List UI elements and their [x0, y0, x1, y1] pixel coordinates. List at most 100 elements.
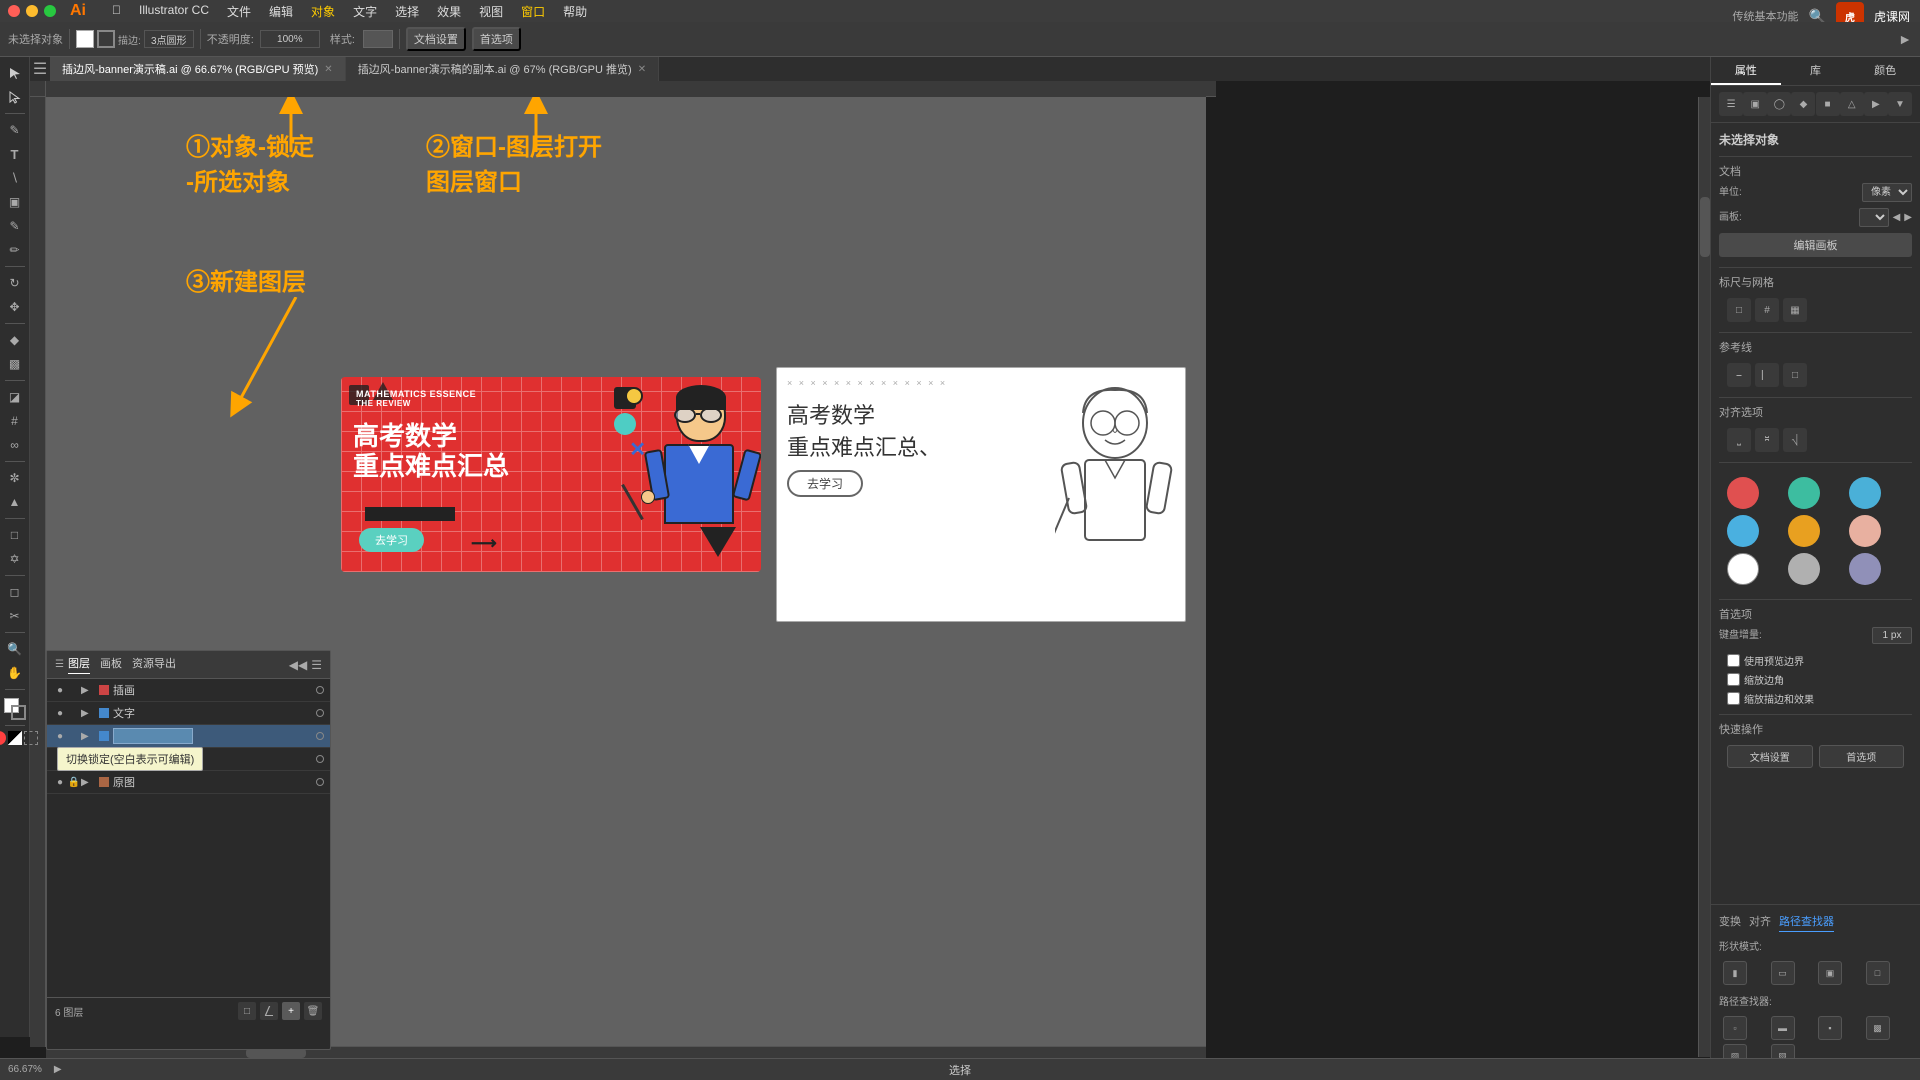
lp-collapse-btn[interactable]: ◀◀	[289, 658, 307, 672]
lp-tab-layers[interactable]: 图层	[68, 655, 90, 674]
tab-2-close[interactable]: ✕	[638, 64, 646, 75]
direct-select-tool[interactable]	[4, 86, 26, 108]
warp-tool[interactable]: ◆	[4, 329, 26, 351]
pf-trim[interactable]: ▬	[1771, 1016, 1795, 1040]
layer-lock-text[interactable]	[67, 706, 81, 720]
fill-stroke-box[interactable]	[4, 698, 26, 720]
menu-object[interactable]: 对象	[311, 3, 335, 20]
rp-pathfinder-icon[interactable]: ▶	[1864, 92, 1888, 116]
rp-align-1[interactable]: ⎵	[1727, 428, 1751, 452]
rp-align-2[interactable]: ⎶	[1755, 428, 1779, 452]
rp-refline-2[interactable]: ⎸	[1755, 363, 1779, 387]
layer-lock-editing[interactable]	[67, 729, 81, 743]
rp-doc-settings-btn[interactable]: 文档设置	[1727, 745, 1813, 768]
rp-artboard-nav-right[interactable]: ▶	[1904, 212, 1912, 223]
rp-unit-select[interactable]: 像素	[1862, 183, 1912, 202]
swatch-salmon[interactable]	[1849, 515, 1881, 547]
status-zoom[interactable]: 66.67%	[8, 1064, 42, 1075]
pf-exclude[interactable]: □	[1866, 961, 1890, 985]
rp-preview-bounds-check[interactable]	[1727, 654, 1740, 667]
rp-snap-1[interactable]: □	[1727, 298, 1751, 322]
pf-intersect[interactable]: ▣	[1818, 961, 1842, 985]
pf-merge[interactable]: ▪	[1818, 1016, 1842, 1040]
rp-properties-icon[interactable]: ☰	[1719, 92, 1743, 116]
layer-expand-text[interactable]: ▶	[81, 708, 95, 719]
lp-add-layer-icon[interactable]: □	[238, 1002, 256, 1020]
swatch-teal[interactable]	[1788, 477, 1820, 509]
layer-expand-editing[interactable]: ▶	[81, 731, 95, 742]
rp-snap-3[interactable]: ▦	[1783, 298, 1807, 322]
rp-refline-1[interactable]: ⎯	[1727, 363, 1751, 387]
menu-window[interactable]: 窗口	[521, 3, 545, 20]
layer-row-original[interactable]: ● 🔒 ▶ 原图	[47, 771, 330, 794]
rp-snap-2[interactable]: #	[1755, 298, 1779, 322]
slice-tool[interactable]: ✡	[4, 548, 26, 570]
rp-align-3[interactable]: ⎷	[1783, 428, 1807, 452]
symbol-sprayer-tool[interactable]: ✼	[4, 467, 26, 489]
rp-appearance-icon[interactable]: ◆	[1791, 92, 1815, 116]
pf-unite[interactable]: ▮	[1723, 961, 1747, 985]
rp-tab-color[interactable]: 颜色	[1850, 57, 1920, 85]
bw-icon[interactable]	[8, 731, 22, 745]
stroke-color[interactable]	[97, 30, 115, 48]
status-play-icon[interactable]: ▶	[54, 1064, 62, 1075]
tab-list-icon[interactable]: ☰	[30, 57, 50, 81]
hand-tool[interactable]: ✋	[4, 662, 26, 684]
layer-expand-original[interactable]: ▶	[81, 777, 95, 788]
pf-crop[interactable]: ▩	[1866, 1016, 1890, 1040]
pf-divide[interactable]: ▫	[1723, 1016, 1747, 1040]
line-tool[interactable]: ∖	[4, 167, 26, 189]
color-icon[interactable]	[0, 731, 6, 745]
preferences-button[interactable]: 首选项	[472, 27, 521, 51]
rp-prefs-btn[interactable]: 首选项	[1819, 745, 1905, 768]
zoom-tool[interactable]: 🔍	[4, 638, 26, 660]
layer-visibility-illustration[interactable]: ●	[53, 683, 67, 697]
maximize-button[interactable]	[44, 5, 56, 17]
banner-go-btn[interactable]: 去学习	[359, 528, 424, 552]
rp-align-icon[interactable]: ■	[1816, 92, 1840, 116]
expand-icon[interactable]: ►	[1898, 31, 1912, 47]
menu-effect[interactable]: 效果	[437, 3, 461, 20]
layer-name-input-editing[interactable]	[113, 728, 193, 744]
swatch-white[interactable]	[1727, 553, 1759, 585]
menu-file[interactable]: 文件	[227, 3, 251, 20]
menu-help[interactable]: 帮助	[563, 3, 587, 20]
rp-keyboard-input[interactable]	[1872, 627, 1912, 644]
doc-settings-button[interactable]: 文档设置	[406, 27, 466, 51]
tab-1[interactable]: 插边风-banner演示稿.ai @ 66.67% (RGB/GPU 预览) ✕	[50, 57, 346, 81]
rp-corners-check[interactable]	[1727, 673, 1740, 686]
rp-scale-effect-check[interactable]	[1727, 692, 1740, 705]
layer-lock-original[interactable]: 🔒	[67, 775, 81, 789]
type-tool[interactable]: T	[4, 143, 26, 165]
swatch-light-blue[interactable]	[1727, 515, 1759, 547]
brush-tool[interactable]: ✎	[4, 215, 26, 237]
rp-artboard-select[interactable]: 1	[1859, 208, 1889, 227]
layer-row-text[interactable]: ● ▶ 文字	[47, 702, 330, 725]
lp-tab-export[interactable]: 资源导出	[132, 655, 176, 674]
rp-tab-library[interactable]: 库	[1781, 57, 1851, 85]
lp-tab-artboards[interactable]: 画板	[100, 655, 122, 674]
opacity-input[interactable]: 100%	[260, 30, 320, 48]
rp-color-icon[interactable]: ◯	[1767, 92, 1791, 116]
rp-bottom-tab-transform[interactable]: 变换	[1719, 913, 1741, 932]
gradient-tool[interactable]: ◪	[4, 386, 26, 408]
artboard-tool[interactable]: □	[4, 524, 26, 546]
rp-refline-3[interactable]: □	[1783, 363, 1807, 387]
rp-edit-artboard-btn[interactable]: 编辑画板	[1719, 233, 1912, 257]
close-button[interactable]	[8, 5, 20, 17]
rect-tool[interactable]: ▣	[4, 191, 26, 213]
rp-transform-icon[interactable]: △	[1840, 92, 1864, 116]
tab-2[interactable]: 插边风-banner演示稿的副本.ai @ 67% (RGB/GPU 推览) ✕	[346, 57, 659, 81]
lp-merge-layer-icon[interactable]: ⎳	[260, 1002, 278, 1020]
scale-tool[interactable]: ✥	[4, 296, 26, 318]
menu-text[interactable]: 文字	[353, 3, 377, 20]
layer-row-illustration[interactable]: ● ▶ 插画	[47, 679, 330, 702]
select-tool[interactable]	[4, 62, 26, 84]
layer-visibility-editing[interactable]: ●	[53, 729, 67, 743]
swatch-gray[interactable]	[1788, 553, 1820, 585]
lp-new-layer-icon[interactable]: +	[282, 1002, 300, 1020]
rp-cc-libraries-icon[interactable]: ▼	[1888, 92, 1912, 116]
mesh-tool[interactable]: #	[4, 410, 26, 432]
canvas-scrollbar-v[interactable]	[1698, 97, 1710, 1057]
swatch-orange[interactable]	[1788, 515, 1820, 547]
